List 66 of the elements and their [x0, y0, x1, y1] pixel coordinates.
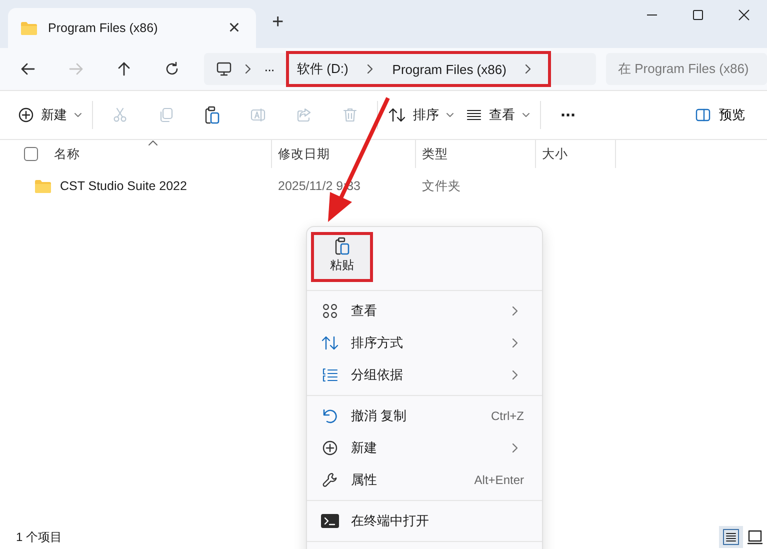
grouped-list-icon: [321, 367, 339, 383]
plus-circle-icon: [321, 440, 339, 456]
paste-button[interactable]: 粘贴: [311, 232, 373, 282]
large-icons-view-icon: [747, 529, 763, 545]
folder-icon: [20, 21, 38, 35]
column-header[interactable]: 大小: [536, 140, 616, 168]
caret-icon: [522, 112, 530, 118]
tab[interactable]: Program Files (x86) ×: [8, 8, 256, 48]
address-bar[interactable]: ··· 软件 (D:) Program Files (x86): [204, 53, 596, 85]
computer-icon: [216, 61, 232, 77]
scissors-icon: [112, 107, 128, 123]
preview-button[interactable]: 预览: [689, 97, 751, 133]
new-menu-item[interactable]: 新建: [311, 432, 538, 464]
maximize-icon: [692, 9, 704, 21]
group-by-menu-item[interactable]: 分组依据: [311, 359, 538, 391]
details-view-button[interactable]: [719, 526, 743, 548]
copy-icon: [158, 107, 174, 123]
select-all-checkbox[interactable]: [24, 147, 38, 161]
caret-icon: [74, 112, 82, 118]
forward-arrow-icon: [68, 61, 84, 77]
search-field[interactable]: 在 Program Files (x86): [606, 53, 767, 85]
plus-circle-icon: [18, 107, 34, 123]
column-header[interactable]: 修改日期: [272, 140, 416, 168]
sort-arrows-icon: [321, 335, 339, 351]
sort-arrows-icon: [388, 107, 406, 123]
close-icon: [738, 9, 750, 21]
file-name[interactable]: CST Studio Suite 2022: [60, 179, 187, 193]
more-button[interactable]: ···: [545, 97, 591, 133]
clipboard-icon: [333, 237, 351, 255]
up-arrow-icon: [116, 61, 132, 77]
undo-icon: [321, 408, 339, 424]
tab-close-button[interactable]: ×: [224, 18, 244, 38]
chevron-right-icon: [524, 63, 532, 75]
breadcrumb-item[interactable]: Program Files (x86): [392, 62, 506, 76]
view-button[interactable]: 查看: [460, 97, 536, 133]
chevron-right-icon: [244, 63, 252, 75]
undo-menu-item[interactable]: 撤消 复制 Ctrl+Z: [311, 400, 538, 432]
wrench-icon: [321, 472, 339, 488]
breadcrumb-item[interactable]: 软件 (D:): [297, 60, 348, 78]
tab-title: Program Files (x86): [48, 21, 159, 35]
more-locations-button[interactable]: ···: [264, 62, 274, 76]
new-tab-button[interactable]: +: [266, 10, 290, 34]
grid-icon: [321, 303, 339, 319]
properties-menu-item[interactable]: 属性 Alt+Enter: [311, 464, 538, 496]
new-button[interactable]: 新建: [12, 97, 88, 133]
caret-icon: [446, 112, 454, 118]
rename-icon: [250, 107, 266, 123]
column-header[interactable]: 类型: [416, 140, 536, 168]
back-arrow-icon: [20, 61, 36, 77]
chevron-right-icon: [366, 63, 374, 75]
lines-icon: [466, 107, 482, 123]
share-icon: [296, 107, 312, 123]
sort-ascending-icon: [148, 140, 158, 146]
preview-pane-icon: [695, 107, 711, 123]
file-type: 文件夹: [422, 178, 461, 194]
sort-by-menu-item[interactable]: 排序方式: [311, 327, 538, 359]
trash-icon: [342, 107, 358, 123]
details-view-icon: [723, 529, 739, 545]
terminal-icon: [321, 514, 339, 528]
view-menu-item[interactable]: 查看: [311, 295, 538, 327]
sort-button[interactable]: 排序: [382, 97, 460, 133]
item-count: 1 个项目: [16, 528, 62, 546]
folder-icon: [34, 179, 52, 193]
open-in-terminal-menu-item[interactable]: 在终端中打开: [311, 505, 538, 537]
clipboard-icon: [204, 106, 220, 124]
refresh-icon: [164, 61, 180, 77]
